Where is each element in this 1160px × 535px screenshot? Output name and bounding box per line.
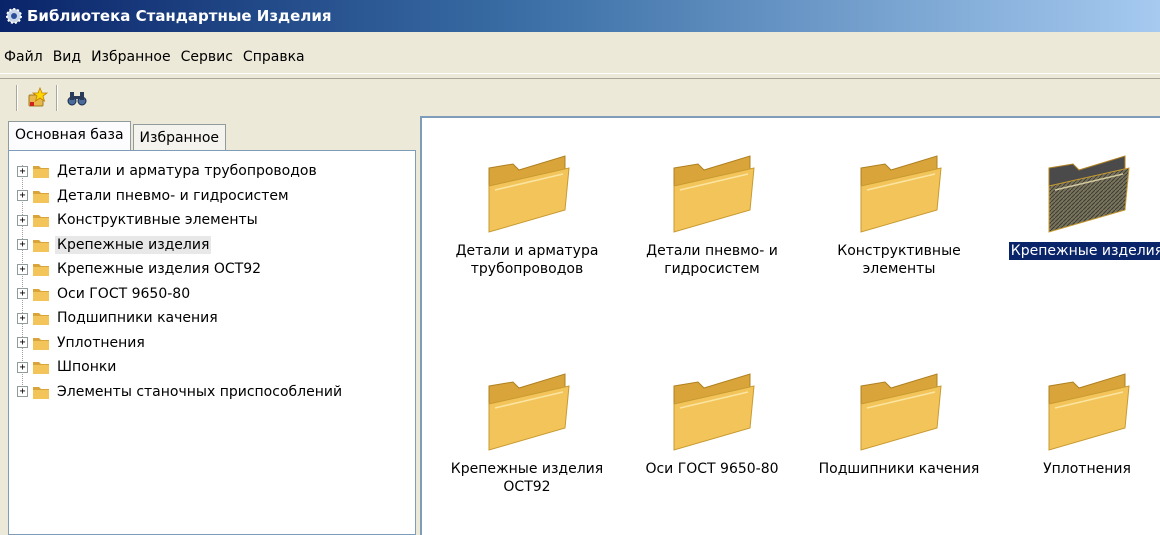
- folder-icon: [804, 356, 994, 452]
- tree-item-label: Уплотнения: [57, 334, 145, 351]
- folder-label-line1: Детали пневмо- и: [646, 243, 778, 259]
- menu-file[interactable]: Файл: [4, 49, 43, 65]
- folder-tile[interactable]: Уплотнения: [992, 356, 1160, 478]
- tree-item[interactable]: + Оси ГОСТ 9650-80: [17, 282, 192, 306]
- tree-item-label: Конструктивные элементы: [57, 212, 258, 228]
- folder-icon: [32, 261, 55, 277]
- menu-bar: Файл Вид Избранное Сервис Справка: [0, 40, 1160, 74]
- folder-label: Оси ГОСТ 9650-80: [643, 460, 780, 478]
- tab-main-base[interactable]: Основная база: [8, 121, 131, 151]
- left-pane: Основная база Избранное + Детали и армату…: [4, 120, 416, 535]
- folder-icon: [32, 163, 55, 179]
- folder-tile[interactable]: Подшипники качения: [804, 356, 994, 478]
- find-binoculars-icon[interactable]: [62, 83, 92, 113]
- folder-tile[interactable]: Крепежные изделия ОСТ92: [432, 356, 622, 496]
- tree-item-label: Крепежные изделия: [55, 235, 212, 254]
- folder-label-line1: Крепежные изделия: [450, 461, 604, 477]
- tab-favorites[interactable]: Избранное: [132, 124, 227, 150]
- folder-label-line1: Крепежные изделия: [1010, 243, 1160, 259]
- tree-item-label: Шпонки: [57, 359, 117, 375]
- add-favorite-icon[interactable]: [22, 83, 52, 113]
- folder-label: Конструктивные элементы: [835, 242, 962, 278]
- folder-icon: [32, 237, 55, 253]
- tree-item[interactable]: + Крепежные изделия: [17, 233, 212, 257]
- expand-plus-icon[interactable]: +: [17, 214, 28, 226]
- tree-item-label: Подшипники качения: [57, 310, 218, 326]
- menu-view[interactable]: Вид: [53, 49, 81, 65]
- folder-label: Крепежные изделия ОСТ92: [449, 460, 605, 496]
- folder-icon: [432, 356, 622, 452]
- folder-icon: [432, 138, 622, 234]
- expand-plus-icon[interactable]: +: [17, 239, 28, 250]
- folder-label-line2: гидросистем: [664, 261, 760, 277]
- folder-view[interactable]: Детали и арматура трубопроводов Детали пне…: [420, 116, 1160, 535]
- folder-label: Крепежные изделия: [1008, 242, 1160, 260]
- folder-label-line2: элементы: [862, 261, 936, 277]
- folder-tile[interactable]: Конструктивные элементы: [804, 138, 994, 278]
- folder-tile[interactable]: Оси ГОСТ 9650-80: [617, 356, 807, 478]
- expand-plus-icon[interactable]: +: [17, 263, 28, 275]
- folder-label: Уплотнения: [1041, 460, 1133, 478]
- tree-item[interactable]: + Уплотнения: [17, 331, 147, 355]
- toolbar-separator: [56, 84, 58, 111]
- tree-item-label: Детали и арматура трубопроводов: [57, 163, 317, 179]
- tree-item[interactable]: + Шпонки: [17, 355, 118, 379]
- folder-icon: [617, 356, 807, 452]
- folder-icon: [992, 138, 1160, 234]
- folder-icon: [804, 138, 994, 234]
- window-title: Библиотека Стандартные Изделия: [27, 7, 332, 25]
- catalog-tree[interactable]: + Детали и арматура трубопроводов + Детали …: [8, 150, 416, 535]
- folder-icon: [32, 212, 55, 228]
- folder-label-line1: Конструктивные: [837, 243, 961, 259]
- tree-item[interactable]: + Детали и арматура трубопроводов: [17, 159, 319, 183]
- folder-icon: [32, 335, 55, 351]
- menu-favorites[interactable]: Избранное: [91, 49, 171, 65]
- expand-plus-icon[interactable]: +: [17, 386, 28, 397]
- folder-icon: [32, 310, 55, 326]
- folder-label-line2: трубопроводов: [470, 261, 584, 277]
- menu-help[interactable]: Справка: [243, 49, 305, 65]
- folder-label: Подшипники качения: [817, 460, 982, 478]
- folder-tile[interactable]: Детали и арматура трубопроводов: [432, 138, 622, 278]
- folder-icon: [992, 356, 1160, 452]
- app-gear-icon: [4, 6, 24, 26]
- folder-label-line2: ОСТ92: [503, 479, 551, 495]
- expand-plus-icon[interactable]: +: [17, 361, 28, 373]
- title-bar: Библиотека Стандартные Изделия: [0, 0, 1160, 32]
- tree-item[interactable]: + Конструктивные элементы: [17, 208, 260, 232]
- folder-label: Детали пневмо- и гидросистем: [644, 242, 780, 278]
- expand-plus-icon[interactable]: +: [17, 288, 28, 299]
- expand-plus-icon[interactable]: +: [17, 337, 28, 348]
- folder-tile[interactable]: Детали пневмо- и гидросистем: [617, 138, 807, 278]
- folder-label-line1: Детали и арматура: [455, 243, 599, 259]
- folder-label-line1: Оси ГОСТ 9650-80: [645, 461, 779, 477]
- tree-item-label: Крепежные изделия ОСТ92: [57, 261, 262, 277]
- expand-plus-icon[interactable]: +: [17, 312, 28, 324]
- tree-item[interactable]: + Подшипники качения: [17, 306, 220, 330]
- folder-label-line1: Уплотнения: [1043, 461, 1131, 477]
- toolbar: [0, 78, 1160, 116]
- tree-item-label: Детали пневмо- и гидросистем: [57, 187, 289, 204]
- folder-icon: [32, 286, 55, 302]
- toolbar-separator: [16, 84, 18, 111]
- tree-item-label: Элементы станочных приспособлений: [57, 383, 343, 400]
- expand-plus-icon[interactable]: +: [17, 165, 28, 177]
- expand-plus-icon[interactable]: +: [17, 190, 28, 201]
- tab-strip: Основная база Избранное: [8, 120, 228, 151]
- folder-icon: [32, 188, 55, 204]
- folder-icon: [32, 359, 55, 375]
- folder-icon: [32, 384, 55, 400]
- tree-item[interactable]: + Детали пневмо- и гидросистем: [17, 184, 291, 208]
- menu-service[interactable]: Сервис: [181, 49, 233, 65]
- tree-item-label: Оси ГОСТ 9650-80: [57, 285, 191, 302]
- folder-tile[interactable]: Крепежные изделия: [992, 138, 1160, 260]
- folder-label: Детали и арматура трубопроводов: [454, 242, 601, 278]
- tree-item[interactable]: + Крепежные изделия ОСТ92: [17, 257, 263, 281]
- folder-icon: [617, 138, 807, 234]
- folder-label-line1: Подшипники качения: [818, 461, 980, 477]
- tree-item[interactable]: + Элементы станочных приспособлений: [17, 380, 344, 404]
